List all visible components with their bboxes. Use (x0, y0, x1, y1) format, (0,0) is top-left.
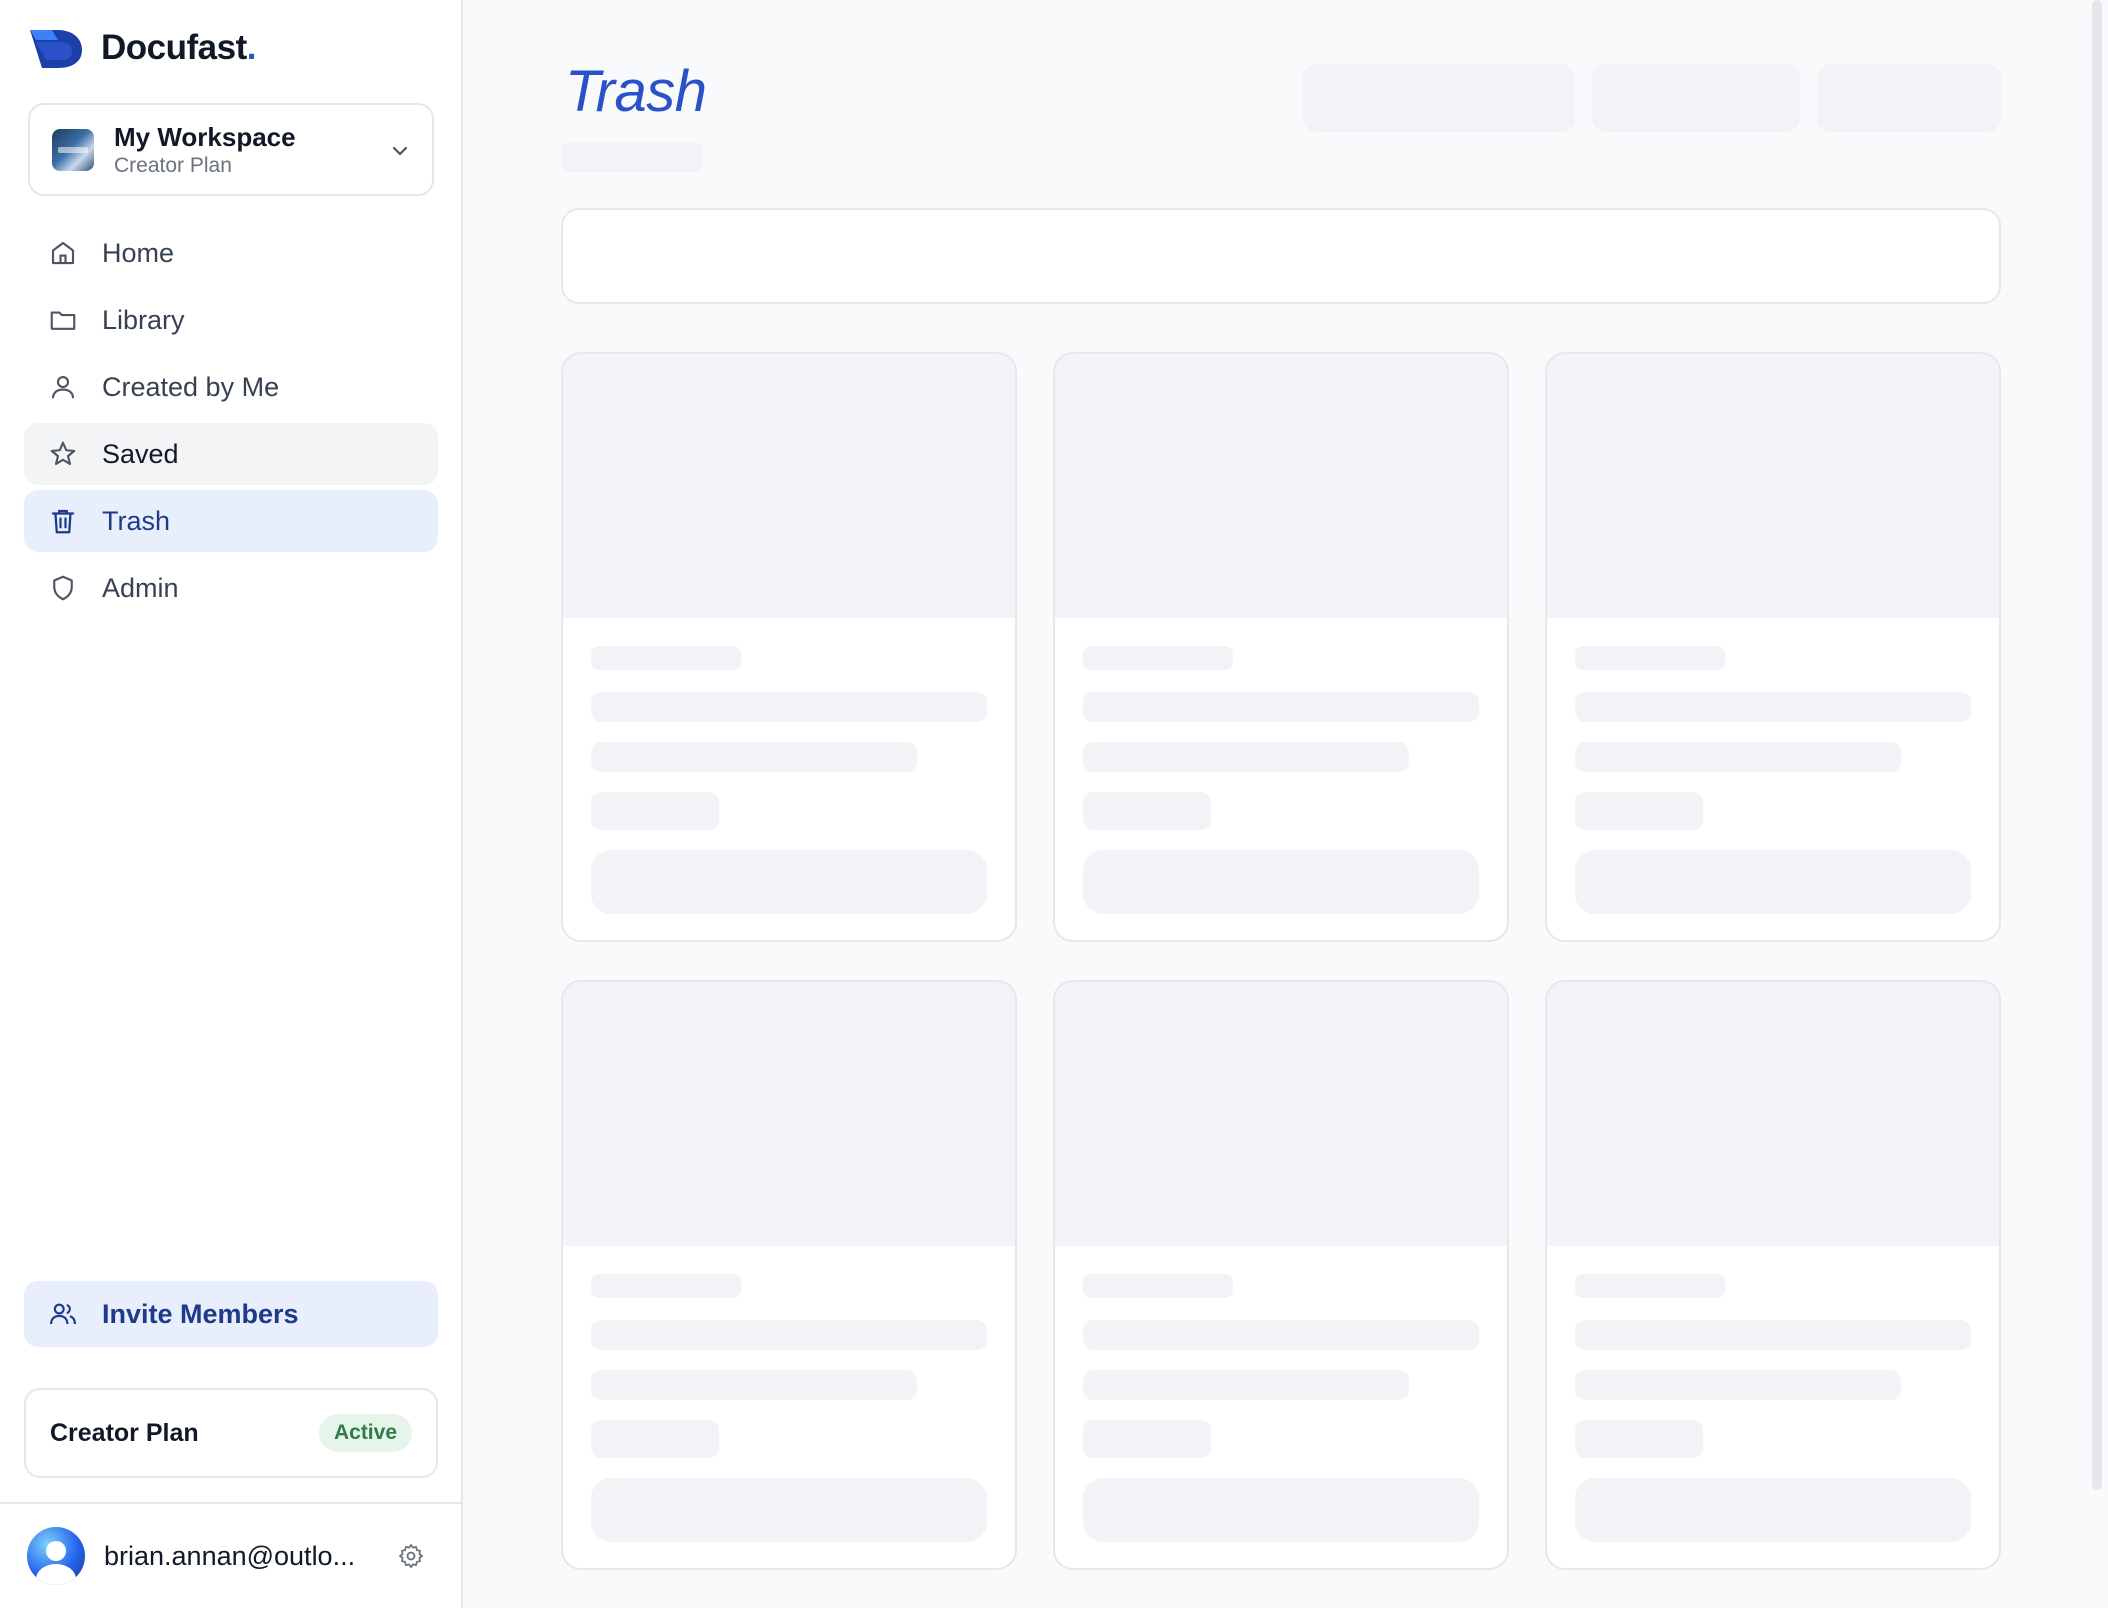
skeleton-line (591, 1370, 917, 1400)
subtitle-skeleton (561, 142, 703, 172)
sidebar-item-admin[interactable]: Admin (24, 557, 438, 619)
skeleton-button (1575, 1478, 1971, 1542)
invite-members-button[interactable]: Invite Members (24, 1281, 438, 1347)
skeleton-line (591, 1274, 741, 1298)
invite-members-label: Invite Members (102, 1298, 299, 1329)
document-card-skeleton[interactable] (1545, 352, 2001, 942)
skeleton-line (1083, 692, 1479, 722)
plan-title: Creator Plan (50, 1418, 199, 1447)
sidebar-item-label: Home (102, 237, 175, 268)
sidebar-item-label: Trash (102, 505, 171, 536)
main-content: Trash (465, 0, 2108, 1608)
card-thumbnail-skeleton (1055, 354, 1507, 618)
sidebar-item-home[interactable]: Home (24, 222, 438, 284)
sidebar-item-label: Admin (102, 572, 179, 603)
skeleton-line (1575, 1274, 1725, 1298)
search-bar-skeleton[interactable] (561, 208, 2001, 304)
home-icon (51, 241, 75, 265)
toolbar-button-skeleton[interactable] (1303, 64, 1575, 132)
shield-icon (53, 575, 73, 601)
user-email: brian.annan@outlo... (104, 1540, 356, 1571)
sidebar-item-trash[interactable]: Trash (24, 490, 438, 552)
skeleton-line (591, 742, 917, 772)
card-thumbnail-skeleton (563, 354, 1015, 618)
sidebar-item-library[interactable]: Library (24, 289, 438, 351)
skeleton-button (1083, 850, 1479, 914)
sidebar-item-label: Library (102, 304, 185, 335)
sidebar-nav: Home Library Created by Me Saved Trash A… (24, 222, 438, 624)
skeleton-line (1575, 646, 1725, 670)
skeleton-button (591, 1478, 987, 1542)
gear-icon[interactable] (397, 1542, 425, 1570)
skeleton-line (1575, 792, 1703, 830)
brand-logo[interactable]: Docufast. (28, 26, 256, 70)
user-icon (51, 375, 75, 399)
skeleton-line (1083, 1420, 1211, 1458)
sidebar: Docufast. My Workspace Creator Plan Home (0, 0, 463, 1608)
brand-dot: . (246, 28, 257, 67)
sidebar-item-label: Saved (102, 438, 179, 469)
skeleton-line (1083, 1320, 1479, 1350)
card-thumbnail-skeleton (1547, 354, 1999, 618)
skeleton-line (591, 1320, 987, 1350)
workspace-switcher[interactable]: My Workspace Creator Plan (28, 103, 434, 196)
skeleton-button (1575, 850, 1971, 914)
chevron-down-icon (392, 146, 408, 156)
sidebar-item-created-by-me[interactable]: Created by Me (24, 356, 438, 418)
brand-name: Docufast (101, 28, 247, 67)
document-card-skeleton[interactable] (1545, 980, 2001, 1570)
skeleton-line (1575, 742, 1901, 772)
workspace-thumbnail (52, 128, 94, 171)
skeleton-line (591, 792, 719, 830)
page-title: Trash (565, 59, 707, 124)
status-badge: Active (318, 1414, 412, 1452)
skeleton-line (591, 1420, 719, 1458)
skeleton-line (1083, 742, 1409, 772)
document-card-skeleton[interactable] (561, 980, 1017, 1570)
skeleton-line (1083, 792, 1211, 830)
workspace-plan: Creator Plan (114, 153, 232, 177)
skeleton-button (1083, 1478, 1479, 1542)
skeleton-line (1575, 1420, 1703, 1458)
toolbar-button-skeleton[interactable] (1592, 64, 1800, 132)
skeleton-line (1083, 1370, 1409, 1400)
document-card-skeleton[interactable] (561, 352, 1017, 942)
folder-icon (50, 311, 76, 330)
trash-icon (51, 509, 75, 534)
star-icon (50, 441, 76, 466)
users-icon (50, 1303, 76, 1325)
skeleton-line (591, 646, 741, 670)
card-thumbnail-skeleton (1547, 982, 1999, 1246)
skeleton-line (1083, 646, 1233, 670)
toolbar-button-skeleton[interactable] (1817, 64, 2001, 132)
sidebar-item-label: Created by Me (102, 371, 280, 402)
skeleton-line (1575, 692, 1971, 722)
skeleton-button (591, 850, 987, 914)
plan-card[interactable]: Creator Plan Active (24, 1388, 438, 1478)
card-thumbnail-skeleton (563, 982, 1015, 1246)
skeleton-line (1575, 1320, 1971, 1350)
scrollbar[interactable] (2092, 0, 2102, 1490)
sidebar-item-saved[interactable]: Saved (24, 423, 438, 485)
docufast-logo-icon (30, 30, 82, 68)
skeleton-line (1575, 1370, 1901, 1400)
skeleton-line (1083, 1274, 1233, 1298)
user-profile[interactable]: brian.annan@outlo... (0, 1502, 463, 1608)
avatar[interactable] (27, 1527, 85, 1585)
skeleton-line (591, 692, 987, 722)
card-thumbnail-skeleton (1055, 982, 1507, 1246)
app-window: Docufast. My Workspace Creator Plan Home (0, 0, 2108, 1608)
workspace-name: My Workspace (114, 121, 296, 152)
document-card-skeleton[interactable] (1053, 980, 1509, 1570)
document-card-skeleton[interactable] (1053, 352, 1509, 942)
